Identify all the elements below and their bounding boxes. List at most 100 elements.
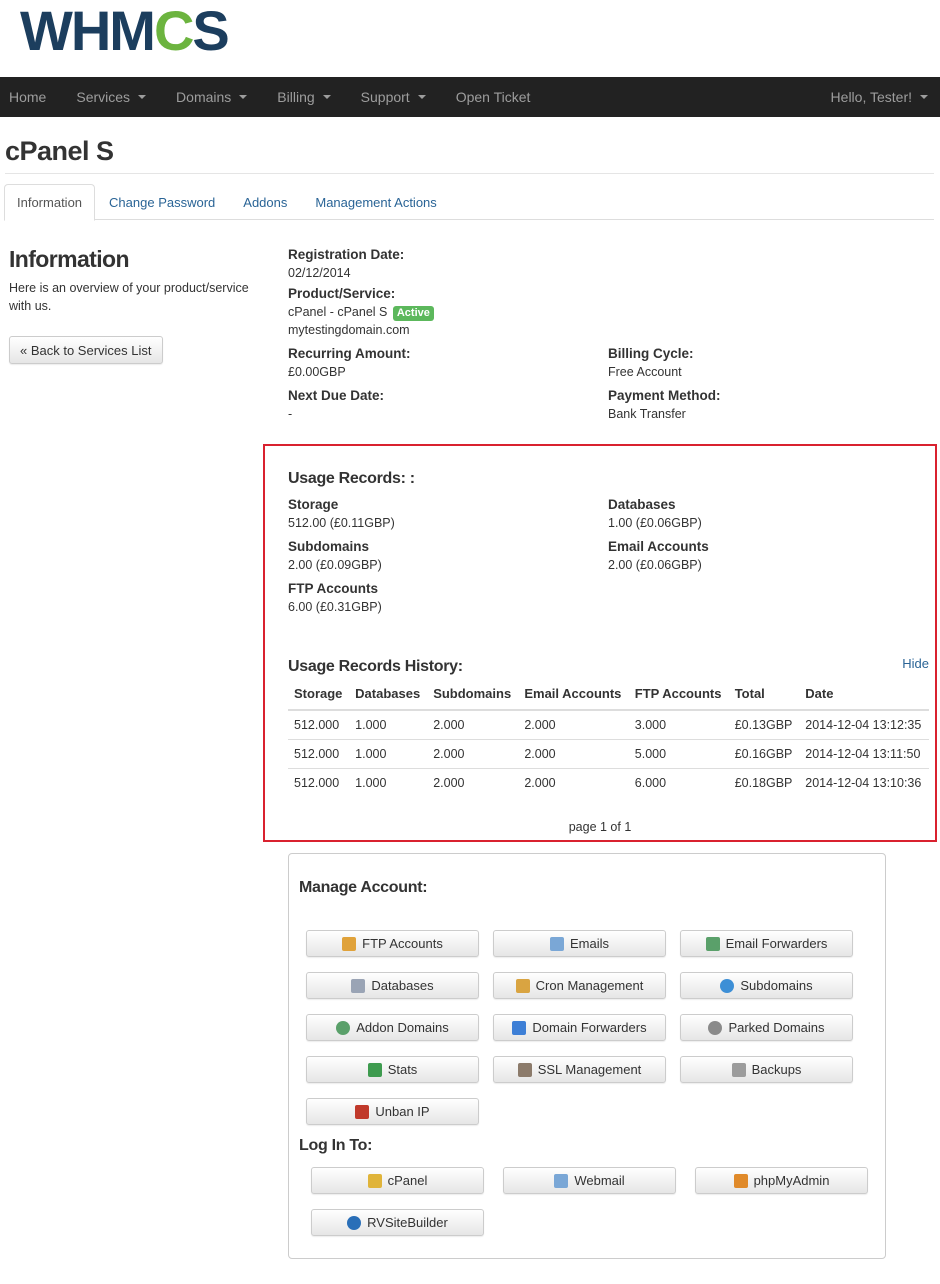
usage-subdomains: Subdomains 2.00 (£0.09GBP) <box>288 538 382 574</box>
tab-management-actions[interactable]: Management Actions <box>301 184 450 220</box>
tab-change-password[interactable]: Change Password <box>95 184 229 220</box>
parked-domains-button[interactable]: Parked Domains <box>680 1014 853 1041</box>
payment-value: Bank Transfer <box>608 407 686 421</box>
globe-icon <box>720 978 735 993</box>
nav-open-ticket[interactable]: Open Ticket <box>447 77 546 117</box>
hide-history-link[interactable]: Hide <box>902 656 929 671</box>
table-cell: 1.000 <box>349 738 428 768</box>
table-cell: 2.000 <box>427 709 519 739</box>
cron-icon <box>515 978 530 993</box>
page-title: cPanel S <box>5 136 114 166</box>
table-header-row: Storage Databases Subdomains Email Accou… <box>288 678 929 711</box>
table-row: 512.000 1.000 2.000 2.000 5.000 £0.16GBP… <box>288 738 929 768</box>
backup-icon <box>731 1062 746 1077</box>
table-cell: 6.000 <box>628 767 729 797</box>
status-badge: Active <box>392 306 434 321</box>
top-navbar: Home Services Domains Billing Support Op… <box>0 77 940 117</box>
rvsitebuilder-login-button[interactable]: RVSiteBuilder <box>311 1209 484 1236</box>
table-cell: £0.13GBP <box>728 709 800 739</box>
rvsitebuilder-icon <box>347 1215 362 1230</box>
title-divider <box>5 173 934 174</box>
domain-link[interactable]: mytestingdomain.com <box>288 321 434 339</box>
usage-history-table: Storage Databases Subdomains Email Accou… <box>288 678 929 797</box>
next-due-date: Next Due Date: - <box>288 387 384 423</box>
column-header[interactable]: Date <box>799 678 929 711</box>
caret-down-icon <box>239 95 248 99</box>
subdomains-button[interactable]: Subdomains <box>680 972 853 999</box>
caret-down-icon <box>138 95 147 99</box>
registration-value: 02/12/2014 <box>288 266 351 280</box>
usage-ftp-accounts: FTP Accounts 6.00 (£0.31GBP) <box>288 580 382 616</box>
addon-domains-button[interactable]: Addon Domains <box>306 1014 479 1041</box>
billing-cycle-value: Free Account <box>608 365 682 379</box>
unban-icon <box>355 1104 370 1119</box>
whmcs-logo[interactable]: WHMCS <box>20 3 230 59</box>
emails-button[interactable]: Emails <box>493 930 666 957</box>
usage-databases-value: 1.00 (£0.06GBP) <box>608 516 702 530</box>
usage-storage: Storage 512.00 (£0.11GBP) <box>288 496 395 532</box>
table-cell: 2.000 <box>518 767 629 797</box>
column-header[interactable]: Storage <box>288 678 350 711</box>
usage-email-value: 2.00 (£0.06GBP) <box>608 558 702 572</box>
column-header[interactable]: Databases <box>349 678 428 711</box>
column-header[interactable]: Subdomains <box>427 678 519 711</box>
tab-addons[interactable]: Addons <box>229 184 301 220</box>
product-value: cPanel - cPanel S <box>288 305 388 319</box>
cpanel-login-button[interactable]: cPanel <box>311 1167 484 1194</box>
backups-button[interactable]: Backups <box>680 1056 853 1083</box>
ssl-management-button[interactable]: SSL Management <box>493 1056 666 1083</box>
databases-button[interactable]: Databases <box>306 972 479 999</box>
stats-button[interactable]: Stats <box>306 1056 479 1083</box>
table-cell: 2014-12-04 13:12:35 <box>799 709 929 739</box>
back-to-services-button[interactable]: « Back to Services List <box>9 336 163 364</box>
caret-down-icon <box>322 95 331 99</box>
table-cell: 3.000 <box>628 709 729 739</box>
table-cell: 512.000 <box>288 767 350 797</box>
table-cell: 2.000 <box>427 767 519 797</box>
phpmyadmin-icon <box>733 1173 748 1188</box>
unban-ip-button[interactable]: Unban IP <box>306 1098 479 1125</box>
column-header[interactable]: FTP Accounts <box>628 678 729 711</box>
ftp-user-icon <box>342 936 357 951</box>
column-header[interactable]: Total <box>728 678 800 711</box>
phpmyadmin-login-button[interactable]: phpMyAdmin <box>695 1167 868 1194</box>
usage-history-title: Usage Records History: <box>288 658 463 675</box>
table-cell: 2014-12-04 13:11:50 <box>799 738 929 768</box>
email-forward-icon <box>705 936 720 951</box>
manage-account-panel: Manage Account: FTP Accounts Emails Emai… <box>288 853 886 1259</box>
usage-subdomains-value: 2.00 (£0.09GBP) <box>288 558 382 572</box>
table-cell: £0.18GBP <box>728 767 800 797</box>
nav-user-menu[interactable]: Hello, Tester! <box>822 77 940 117</box>
table-row: 512.000 1.000 2.000 2.000 6.000 £0.18GBP… <box>288 767 929 797</box>
sidebar: Information Here is an overview of your … <box>9 246 264 364</box>
caret-down-icon <box>920 95 928 99</box>
nav-services[interactable]: Services <box>67 77 161 117</box>
stats-icon <box>367 1062 382 1077</box>
billing-cycle: Billing Cycle: Free Account <box>608 345 694 381</box>
usage-databases-label: Databases <box>608 497 676 512</box>
tab-bar: Information Change Password Addons Manag… <box>4 184 934 221</box>
domain-forwarders-button[interactable]: Domain Forwarders <box>493 1014 666 1041</box>
manage-account-title: Manage Account: <box>299 879 428 896</box>
registration-date: Registration Date: 02/12/2014 <box>288 246 404 282</box>
nav-home[interactable]: Home <box>0 77 61 117</box>
email-forwarders-button[interactable]: Email Forwarders <box>680 930 853 957</box>
login-to-title: Log In To: <box>299 1137 373 1154</box>
caret-down-icon <box>417 95 426 99</box>
usage-storage-value: 512.00 (£0.11GBP) <box>288 516 395 530</box>
nav-support[interactable]: Support <box>352 77 441 117</box>
nav-domains[interactable]: Domains <box>167 77 262 117</box>
usage-email-label: Email Accounts <box>608 539 709 554</box>
recurring-amount: Recurring Amount: £0.00GBP <box>288 345 411 381</box>
ftp-accounts-button[interactable]: FTP Accounts <box>306 930 479 957</box>
column-header[interactable]: Email Accounts <box>518 678 629 711</box>
tab-information[interactable]: Information <box>4 184 96 221</box>
database-icon <box>351 978 366 993</box>
next-due-value: - <box>288 407 293 421</box>
cron-management-button[interactable]: Cron Management <box>493 972 666 999</box>
usage-records-panel: Usage Records: : Storage 512.00 (£0.11GB… <box>263 444 937 842</box>
webmail-login-button[interactable]: Webmail <box>503 1167 676 1194</box>
billing-cycle-label: Billing Cycle: <box>608 346 694 361</box>
nav-billing[interactable]: Billing <box>268 77 345 117</box>
product-label: Product/Service: <box>288 286 396 301</box>
